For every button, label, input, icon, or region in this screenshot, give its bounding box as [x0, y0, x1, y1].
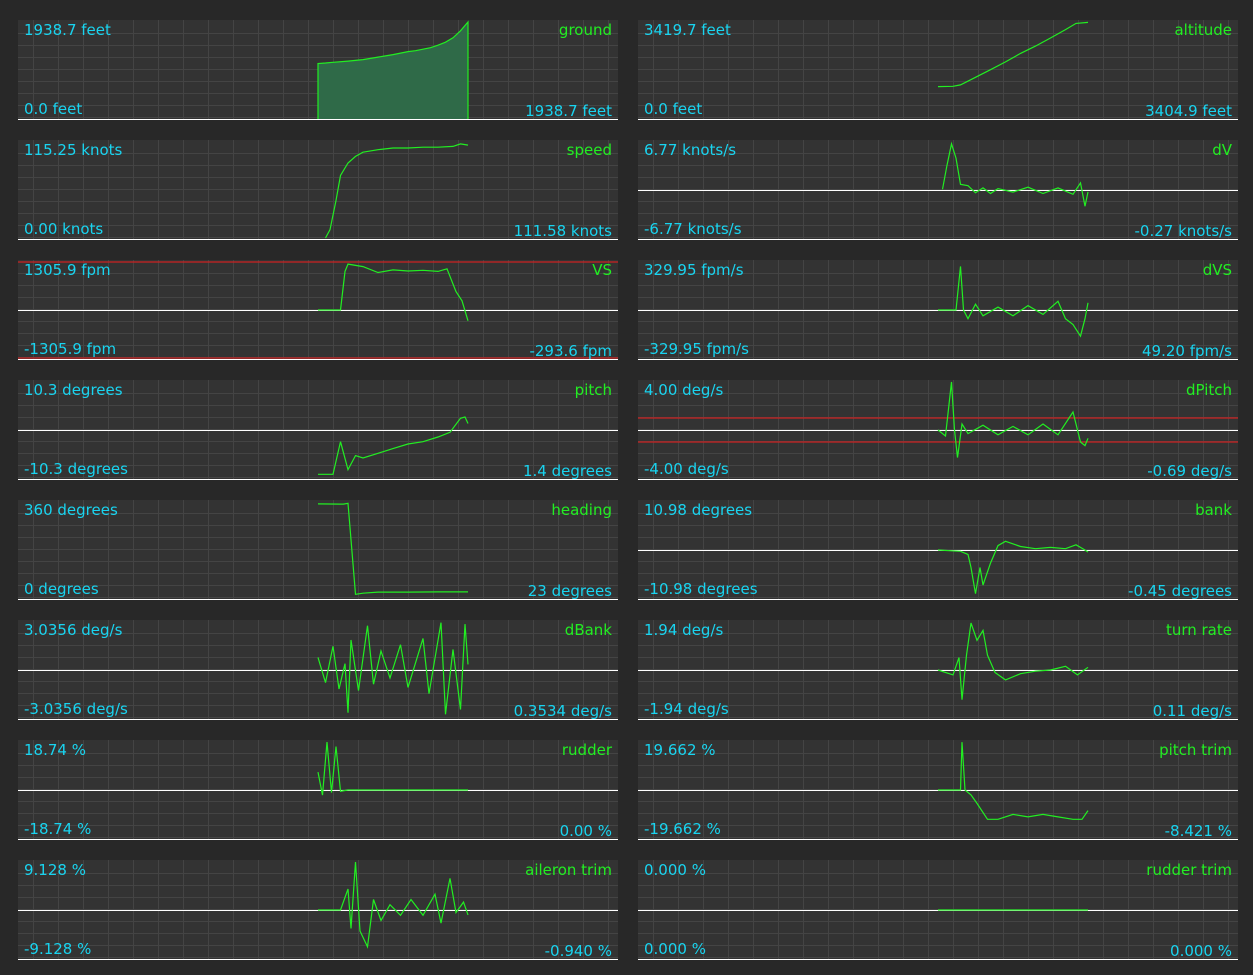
min-value-label: -10.98 degrees — [644, 580, 758, 598]
series-name-label: pitch — [574, 381, 612, 399]
panel-dvs: 329.95 fpm/s -329.95 fpm/s dVS 49.20 fpm/s — [638, 260, 1238, 360]
area-series-ground — [317, 20, 469, 120]
panel-altitude: 3419.7 feet 0.0 feet altitude 3404.9 feet — [638, 20, 1238, 120]
line-series-speed — [324, 143, 469, 239]
series-name-label: pitch trim — [1159, 741, 1232, 759]
panel-pitch: 10.3 degrees -10.3 degrees pitch 1.4 degree… — [18, 380, 618, 480]
line-series-vs — [318, 263, 469, 321]
current-value-label: 1938.7 feet — [525, 102, 612, 120]
min-value-label: -9.128 % — [24, 940, 92, 958]
plot-pitchtrim — [638, 740, 1238, 840]
max-value-label: 18.74 % — [24, 741, 86, 759]
min-value-label: -1.94 deg/s — [644, 700, 729, 718]
max-value-label: 0.000 % — [644, 861, 706, 879]
min-value-label: 0 degrees — [24, 580, 99, 598]
max-value-label: 115.25 knots — [24, 141, 123, 159]
series-name-label: rudder trim — [1146, 861, 1232, 879]
min-value-label: -6.77 knots/s — [644, 220, 742, 238]
series-name-label: VS — [592, 261, 612, 279]
max-value-label: 9.128 % — [24, 861, 86, 879]
current-value-label: 23 degrees — [527, 582, 612, 600]
max-value-label: 1.94 deg/s — [644, 621, 724, 639]
current-value-label: 49.20 fpm/s — [1142, 342, 1232, 360]
panel-ruddertrim: 0.000 % 0.000 % rudder trim 0.000 % — [638, 860, 1238, 960]
panel-ground: 1938.7 feet 0.0 feet ground 1938.7 feet — [18, 20, 618, 120]
line-series-ailerontrim — [318, 862, 469, 949]
series-name-label: dVS — [1202, 261, 1232, 279]
current-value-label: -0.45 degrees — [1128, 582, 1232, 600]
panel-rudder: 18.74 % -18.74 % rudder 0.00 % — [18, 740, 618, 840]
plot-rudder — [18, 740, 618, 840]
panel-dv: 6.77 knots/s -6.77 knots/s dV -0.27 knots/s — [638, 140, 1238, 240]
min-value-label: -3.0356 deg/s — [24, 700, 128, 718]
panel-heading: 360 degrees 0 degrees heading 23 degrees — [18, 500, 618, 600]
max-value-label: 10.98 degrees — [644, 501, 753, 519]
max-value-label: 4.00 deg/s — [644, 381, 724, 399]
max-value-label: 6.77 knots/s — [644, 141, 737, 159]
series-name-label: dV — [1212, 141, 1232, 159]
series-name-label: rudder — [561, 741, 612, 759]
current-value-label: 0.000 % — [1170, 942, 1232, 960]
min-value-label: 0.00 knots — [24, 220, 104, 238]
current-value-label: 3404.9 feet — [1145, 102, 1232, 120]
series-name-label: dPitch — [1185, 381, 1232, 399]
max-value-label: 19.662 % — [644, 741, 716, 759]
line-series-rudder — [317, 742, 468, 796]
min-value-label: 0.000 % — [644, 940, 706, 958]
series-name-label: heading — [551, 501, 612, 519]
current-value-label: 111.58 knots — [513, 222, 612, 240]
series-name-label: ground — [558, 21, 612, 39]
panel-dpitch: 4.00 deg/s -4.00 deg/s dPitch -0.69 deg/s — [638, 380, 1238, 480]
min-value-label: -4.00 deg/s — [644, 460, 729, 478]
series-name-label: turn rate — [1165, 621, 1232, 639]
line-series-altitude — [937, 21, 1089, 88]
series-name-label: altitude — [1174, 21, 1232, 39]
line-series-turnrate — [937, 622, 1089, 700]
telemetry-dashboard: { "colors": { "grid": "#444444", "trace"… — [0, 0, 1253, 975]
max-value-label: 329.95 fpm/s — [644, 261, 744, 279]
line-series-dbank — [317, 622, 469, 715]
min-value-label: -10.3 degrees — [24, 460, 128, 478]
current-value-label: -8.421 % — [1164, 822, 1232, 840]
current-value-label: -0.69 deg/s — [1147, 462, 1232, 480]
line-series-dvs — [938, 266, 1089, 338]
min-value-label: 0.0 feet — [644, 100, 703, 118]
max-value-label: 3419.7 feet — [644, 21, 731, 39]
panel-vs: 1305.9 fpm -1305.9 fpm VS -293.6 fpm — [18, 260, 618, 360]
min-value-label: -1305.9 fpm — [24, 340, 117, 358]
max-value-label: 3.0356 deg/s — [24, 621, 123, 639]
panel-ailerontrim: 9.128 % -9.128 % aileron trim -0.940 % — [18, 860, 618, 960]
current-value-label: 0.11 deg/s — [1152, 702, 1232, 720]
current-value-label: -0.27 knots/s — [1134, 222, 1232, 240]
min-value-label: 0.0 feet — [24, 100, 83, 118]
current-value-label: -293.6 fpm — [529, 342, 612, 360]
series-name-label: dBank — [564, 621, 612, 639]
current-value-label: 0.00 % — [559, 822, 612, 840]
current-value-label: -0.940 % — [544, 942, 612, 960]
current-value-label: 0.3534 deg/s — [513, 702, 612, 720]
panel-bank: 10.98 degrees -10.98 degrees bank -0.45 deg… — [638, 500, 1238, 600]
max-value-label: 1305.9 fpm — [24, 261, 111, 279]
max-value-label: 1938.7 feet — [24, 21, 111, 39]
min-value-label: -19.662 % — [644, 820, 721, 838]
series-name-label: aileron trim — [525, 861, 612, 879]
max-value-label: 360 degrees — [24, 501, 118, 519]
min-value-label: -329.95 fpm/s — [644, 340, 749, 358]
panel-speed: 115.25 knots 0.00 knots speed 111.58 knots — [18, 140, 618, 240]
max-value-label: 10.3 degrees — [24, 381, 123, 399]
line-series-heading — [317, 502, 468, 595]
panel-turnrate: 1.94 deg/s -1.94 deg/s turn rate 0.11 deg/s — [638, 620, 1238, 720]
current-value-label: 1.4 degrees — [522, 462, 612, 480]
series-name-label: speed — [566, 141, 612, 159]
min-value-label: -18.74 % — [24, 820, 92, 838]
panel-dbank: 3.0356 deg/s -3.0356 deg/s dBank 0.3534 deg… — [18, 620, 618, 720]
panel-pitchtrim: 19.662 % -19.662 % pitch trim -8.421 % — [638, 740, 1238, 840]
series-name-label: bank — [1195, 501, 1232, 519]
